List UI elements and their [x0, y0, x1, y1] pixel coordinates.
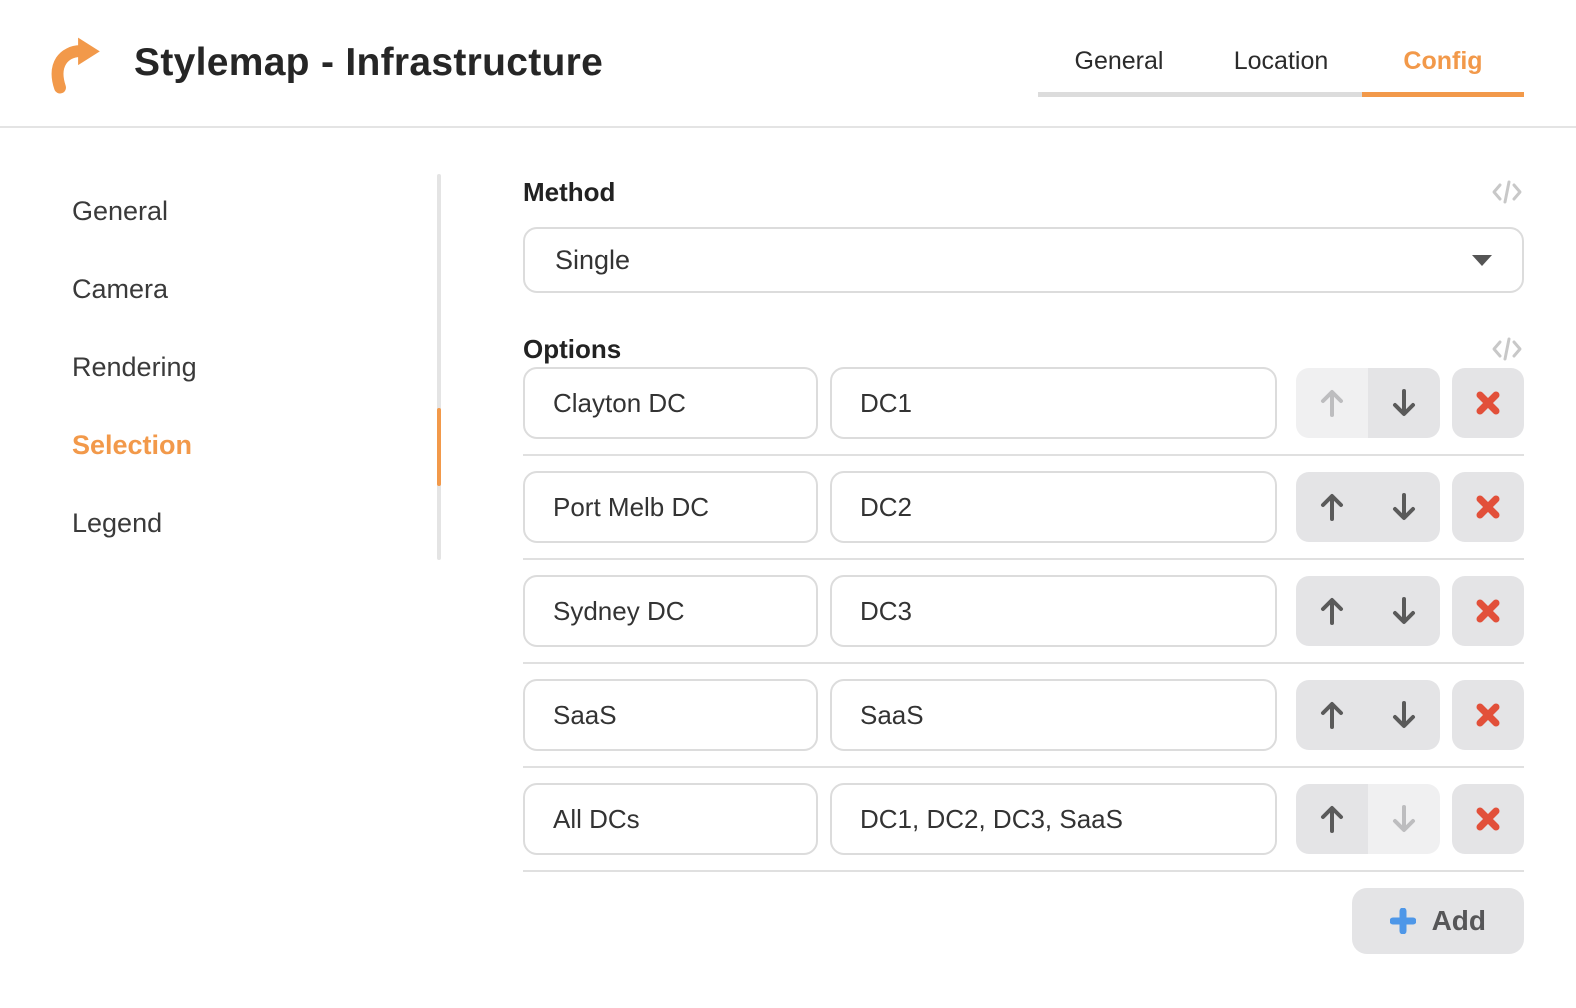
arrow-up-icon	[1318, 699, 1346, 731]
arrow-down-icon	[1390, 387, 1418, 419]
row-divider	[523, 454, 1524, 456]
option-value-input[interactable]	[830, 367, 1277, 439]
sidebar-item-legend[interactable]: Legend	[72, 484, 412, 562]
move-down-button	[1368, 784, 1440, 854]
move-down-button[interactable]	[1368, 680, 1440, 750]
add-option-button[interactable]: Add	[1352, 888, 1524, 954]
row-divider	[523, 870, 1524, 872]
page-title: Stylemap - Infrastructure	[134, 41, 603, 85]
move-up-button	[1296, 368, 1368, 438]
arrow-up-icon	[1318, 491, 1346, 523]
sidebar-scroll-track[interactable]	[437, 174, 441, 560]
reorder-group	[1296, 784, 1440, 854]
delete-option-button[interactable]	[1452, 472, 1524, 542]
options-label: Options	[523, 334, 621, 365]
arrow-down-icon	[1390, 803, 1418, 835]
method-select-value: Single	[555, 245, 630, 276]
x-icon	[1475, 806, 1501, 832]
code-icon	[1491, 178, 1523, 206]
reorder-group	[1296, 368, 1440, 438]
reorder-group	[1296, 680, 1440, 750]
page: Stylemap - Infrastructure General Locati…	[0, 0, 1576, 1008]
option-name-input[interactable]	[523, 679, 818, 751]
options-header: Options	[523, 331, 1524, 367]
x-icon	[1475, 598, 1501, 624]
add-row: Add	[523, 888, 1524, 954]
method-label: Method	[523, 177, 615, 208]
delete-option-button[interactable]	[1452, 680, 1524, 750]
option-row	[523, 471, 1524, 543]
sidebar: General Camera Rendering Selection Legen…	[72, 172, 412, 562]
row-divider	[523, 558, 1524, 560]
move-down-button[interactable]	[1368, 576, 1440, 646]
reorder-group	[1296, 576, 1440, 646]
option-row	[523, 367, 1524, 439]
tab-bar: General Location Config	[1038, 0, 1524, 101]
config-panel: Method Single Options	[523, 174, 1524, 954]
reorder-group	[1296, 472, 1440, 542]
tab-general[interactable]: General	[1038, 0, 1200, 97]
delete-option-button[interactable]	[1452, 784, 1524, 854]
option-name-input[interactable]	[523, 575, 818, 647]
tab-location[interactable]: Location	[1200, 0, 1362, 97]
x-icon	[1475, 702, 1501, 728]
add-button-label: Add	[1432, 905, 1486, 937]
row-divider	[523, 662, 1524, 664]
option-row	[523, 679, 1524, 751]
option-name-input[interactable]	[523, 367, 818, 439]
arrow-up-icon	[1318, 595, 1346, 627]
code-icon	[1491, 335, 1523, 363]
option-row	[523, 575, 1524, 647]
option-name-input[interactable]	[523, 471, 818, 543]
move-down-button[interactable]	[1368, 368, 1440, 438]
share-arrow-icon	[44, 31, 106, 95]
sidebar-item-general[interactable]: General	[72, 172, 412, 250]
x-icon	[1475, 390, 1501, 416]
row-divider	[523, 766, 1524, 768]
caret-down-icon	[1472, 255, 1492, 266]
method-code-button[interactable]	[1490, 176, 1524, 208]
tab-config[interactable]: Config	[1362, 0, 1524, 97]
delete-option-button[interactable]	[1452, 368, 1524, 438]
sidebar-active-indicator	[437, 408, 441, 486]
option-value-input[interactable]	[830, 471, 1277, 543]
sidebar-item-rendering[interactable]: Rendering	[72, 328, 412, 406]
plus-icon	[1390, 908, 1416, 934]
option-value-input[interactable]	[830, 679, 1277, 751]
option-value-input[interactable]	[830, 783, 1277, 855]
arrow-up-icon	[1318, 803, 1346, 835]
arrow-up-icon	[1318, 387, 1346, 419]
move-up-button[interactable]	[1296, 784, 1368, 854]
move-up-button[interactable]	[1296, 680, 1368, 750]
option-name-input[interactable]	[523, 783, 818, 855]
move-up-button[interactable]	[1296, 576, 1368, 646]
delete-option-button[interactable]	[1452, 576, 1524, 646]
method-select[interactable]: Single	[523, 227, 1524, 293]
options-code-button[interactable]	[1490, 333, 1524, 365]
arrow-down-icon	[1390, 699, 1418, 731]
sidebar-item-selection[interactable]: Selection	[72, 406, 412, 484]
arrow-down-icon	[1390, 491, 1418, 523]
move-up-button[interactable]	[1296, 472, 1368, 542]
move-down-button[interactable]	[1368, 472, 1440, 542]
method-header: Method	[523, 174, 1524, 210]
x-icon	[1475, 494, 1501, 520]
sidebar-item-camera[interactable]: Camera	[72, 250, 412, 328]
option-row	[523, 783, 1524, 855]
option-value-input[interactable]	[830, 575, 1277, 647]
arrow-down-icon	[1390, 595, 1418, 627]
